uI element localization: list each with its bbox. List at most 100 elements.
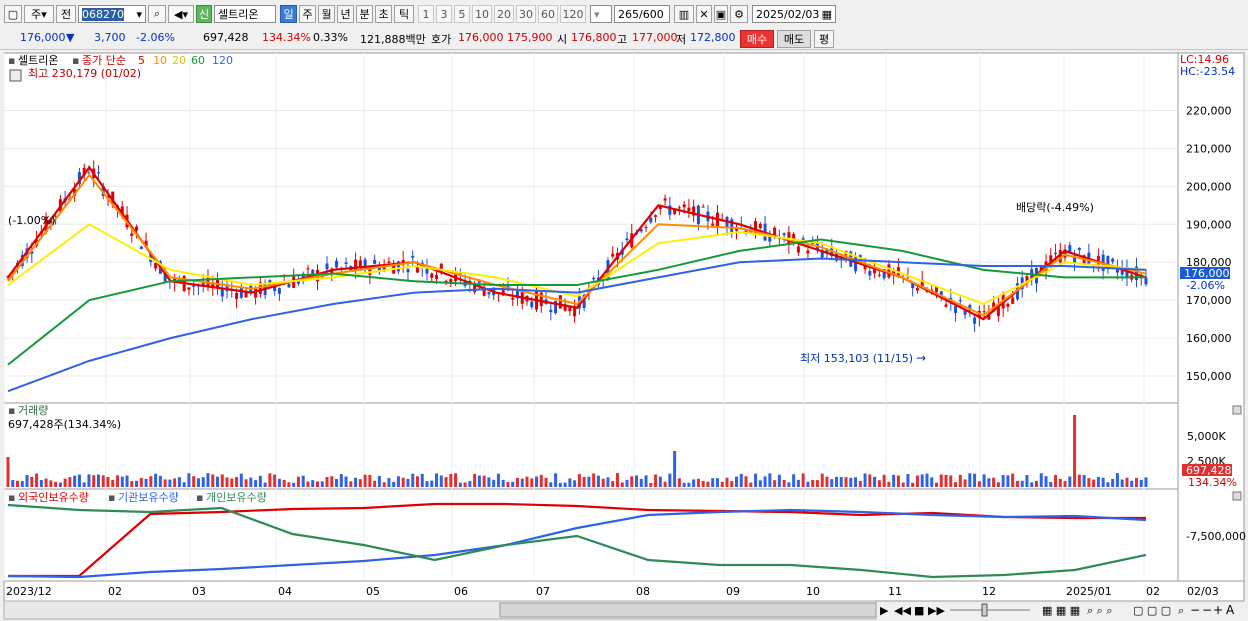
pause-icon[interactable]: ■ — [914, 604, 924, 617]
range-dropdown[interactable]: ▾ — [590, 5, 612, 23]
range-20[interactable]: 20 — [494, 5, 514, 23]
candle-body — [415, 266, 419, 273]
volume-bar — [711, 478, 715, 487]
count-field[interactable]: 265/600 — [614, 5, 670, 23]
close-icon[interactable] — [1232, 491, 1242, 501]
range-120[interactable]: 120 — [560, 5, 586, 23]
buy-button[interactable]: 매수 — [740, 30, 774, 48]
volume-bar — [306, 481, 310, 487]
legend-institution: 기관보유수량 — [118, 491, 179, 504]
grid-view-icon[interactable]: ▦ ▦ ▦ — [1042, 604, 1080, 617]
panel-menu-icon[interactable]: ▪ — [196, 491, 203, 504]
window-icon[interactable]: ▢ — [4, 5, 22, 23]
save-icon[interactable]: ▣ — [714, 5, 728, 23]
search-icon[interactable]: ⌕ — [148, 5, 166, 23]
period-week[interactable]: 주 — [299, 5, 316, 23]
market-select[interactable]: 주 ▾ — [24, 5, 54, 23]
font-size-icon[interactable]: A — [1226, 603, 1235, 617]
zoom-slider-handle[interactable] — [981, 603, 988, 617]
candle-body — [154, 262, 158, 269]
volume-bar — [435, 473, 439, 487]
volume-bar — [944, 474, 948, 487]
volume-bar — [282, 479, 286, 487]
volume-bar — [735, 476, 739, 487]
low-price: 172,800 — [690, 31, 736, 44]
range-5[interactable]: 5 — [454, 5, 470, 23]
stock-label: 셀트리온 — [18, 54, 58, 67]
volume-bar — [49, 480, 53, 487]
plus-icon[interactable]: + — [1213, 603, 1223, 617]
change: 3,700 — [94, 31, 126, 44]
panel-menu-icon[interactable]: ▪ — [8, 404, 15, 417]
gear-icon[interactable]: ⚙ — [730, 5, 748, 23]
volume-bar — [63, 478, 67, 487]
date-value: 2025/02/03 — [756, 7, 820, 21]
calendar-icon[interactable]: ▦ — [822, 8, 832, 21]
draw-icon[interactable]: ✕ — [696, 5, 712, 23]
ma-120-label: 120 — [212, 54, 233, 67]
volume-bar — [301, 475, 305, 487]
forward-icon[interactable]: ▶▶ — [928, 604, 945, 617]
code-value: 068270 — [82, 7, 124, 21]
volume-bar — [801, 473, 805, 487]
period-minute[interactable]: 분 — [356, 5, 373, 23]
volume-bar — [1044, 476, 1048, 487]
period-day[interactable]: 일 — [280, 5, 297, 23]
window-view-icon[interactable]: ▢ ▢ ▢ — [1133, 604, 1171, 617]
volume-bar — [530, 478, 534, 487]
legend-foreign: 외국인보유수량 — [18, 491, 89, 504]
date-field[interactable]: 2025/02/03 ▦ — [752, 5, 836, 23]
volume-bar — [82, 482, 86, 487]
magnify-icon[interactable]: ⌕ ⌕ ⌕ — [1087, 604, 1112, 617]
scrollbar-thumb[interactable] — [499, 602, 877, 618]
candle-icon[interactable]: ▥ — [674, 5, 694, 23]
panel-menu-icon[interactable]: ▪ — [72, 54, 79, 67]
panel-menu-icon[interactable]: ▪ — [108, 491, 115, 504]
volume-bar — [915, 475, 919, 487]
volume-bar — [687, 482, 691, 487]
x-tick-label: 2023/12 — [6, 585, 52, 598]
price-tick: 210,000 — [1186, 142, 1232, 155]
candle-body — [220, 289, 224, 297]
volume-bar — [754, 473, 758, 487]
range-30[interactable]: 30 — [516, 5, 536, 23]
volume-bar — [596, 475, 600, 487]
search-icon[interactable]: ⌕ — [1178, 604, 1184, 617]
rewind-icon[interactable]: ◀◀ — [894, 604, 911, 617]
period-tick[interactable]: 틱 — [394, 5, 414, 23]
candle-body — [954, 306, 958, 314]
stock-name-field[interactable]: 셀트리온 — [214, 5, 276, 23]
period-month[interactable]: 월 — [318, 5, 335, 23]
volume-bar — [1092, 479, 1096, 487]
candle-body — [277, 288, 281, 294]
volume-bar — [25, 474, 29, 487]
zoom-out-icon[interactable]: − — [1190, 603, 1200, 617]
panel-menu-icon[interactable]: ▪ — [8, 491, 15, 504]
prev-button[interactable]: 전 — [56, 5, 76, 23]
chevron-down-icon[interactable]: ▾ — [136, 8, 142, 21]
volume-bar — [601, 478, 605, 487]
avg-button[interactable]: 평 — [814, 30, 834, 48]
sell-button[interactable]: 매도 — [777, 30, 811, 48]
range-10[interactable]: 10 — [472, 5, 492, 23]
x-tick-label: 07 — [536, 585, 550, 598]
period-year[interactable]: 년 — [337, 5, 354, 23]
range-60[interactable]: 60 — [538, 5, 558, 23]
panel-menu-icon[interactable]: ▪ — [8, 54, 15, 67]
volume-bar — [658, 476, 662, 487]
close-icon[interactable] — [1232, 405, 1242, 415]
scroll-right-icon[interactable]: ▶ — [880, 604, 889, 617]
volume-bar — [1082, 475, 1086, 487]
candle-body — [530, 301, 534, 308]
volume-bar — [277, 478, 281, 487]
volume-bar — [877, 480, 881, 487]
period-second[interactable]: 초 — [375, 5, 392, 23]
candle-body — [982, 311, 986, 313]
range-1[interactable]: 1 — [418, 5, 434, 23]
minus-icon[interactable]: − — [1202, 603, 1212, 617]
calc-icon[interactable] — [9, 69, 22, 82]
volume-bar — [996, 482, 1000, 487]
range-3[interactable]: 3 — [436, 5, 452, 23]
speaker-icon[interactable]: ◀▾ — [168, 5, 194, 23]
code-input[interactable]: 068270 ▾ — [78, 5, 146, 23]
